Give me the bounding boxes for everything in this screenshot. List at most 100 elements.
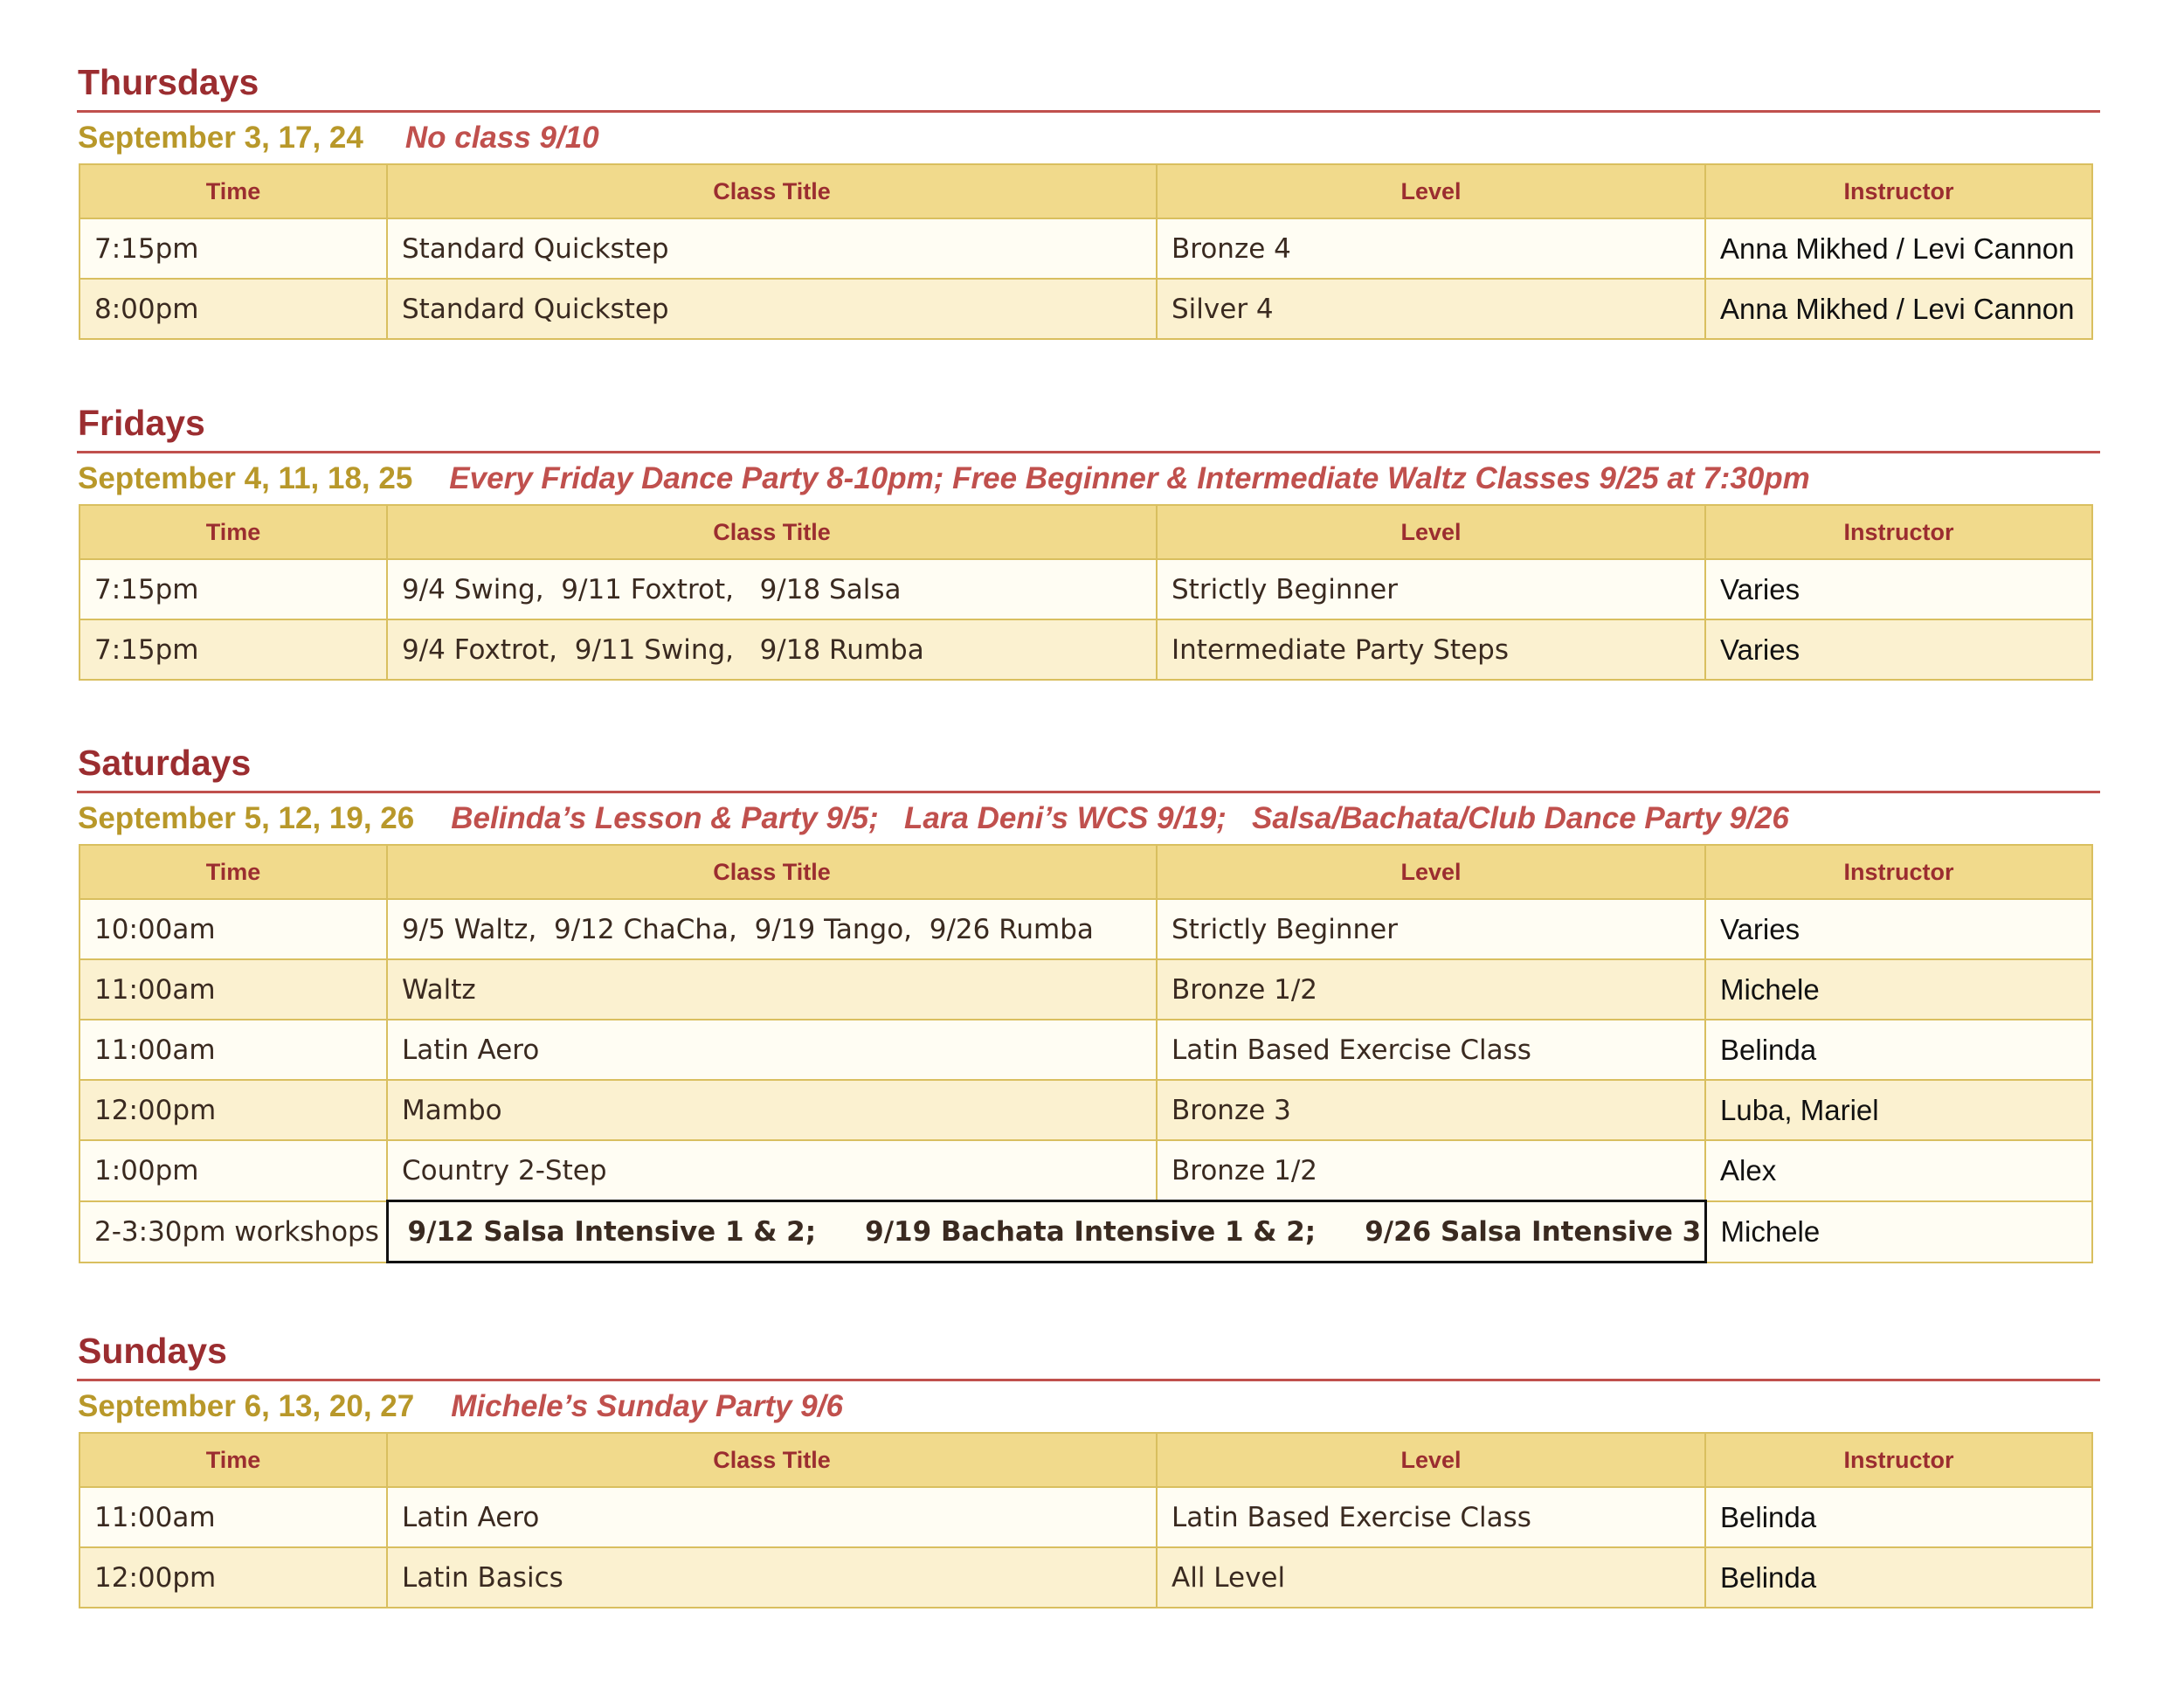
time-cell: 11:00am (79, 958, 388, 1020)
schedule-note: Michele’s Sunday Party 9/6 (451, 1389, 843, 1423)
column-header-instructor: Instructor (1704, 163, 2093, 219)
table-row: 10:00am 9/5 Waltz, 9/12 ChaCha, 9/19 Tan… (79, 898, 2093, 960)
time-cell: 1:00pm (79, 1139, 388, 1202)
time-cell: 2-3:30pm workshops (79, 1200, 388, 1263)
instructor-cell: Luba, Mariel (1704, 1079, 2093, 1141)
table-row: 11:00am Latin Aero Latin Based Exercise … (79, 1486, 2093, 1548)
level-cell: Bronze 1/2 (1156, 958, 1706, 1020)
table-row: 12:00pm Latin Basics All Level Belinda (79, 1546, 2093, 1608)
class-title-cell: Latin Aero (386, 1486, 1158, 1548)
header-row: Time Class Title Level Instructor (79, 844, 2093, 900)
time-cell: 7:15pm (79, 619, 388, 681)
workshops-cell: 9/12 Salsa Intensive 1 & 2; 9/19 Bachata … (385, 1200, 1707, 1263)
class-title-cell: Latin Basics (386, 1546, 1158, 1608)
instructor-cell: Varies (1704, 898, 2093, 960)
column-header-level: Level (1156, 504, 1706, 560)
header-row: Time Class Title Level Instructor (79, 163, 2093, 219)
column-header-instructor: Instructor (1704, 844, 2093, 900)
dates-label: September 3, 17, 24 (78, 121, 363, 155)
class-title-cell: Waltz (386, 958, 1158, 1020)
workshop-row: 2-3:30pm workshops 9/12 Salsa Intensive … (79, 1200, 2093, 1263)
table-row: 11:00am Waltz Bronze 1/2 Michele (79, 958, 2093, 1020)
level-cell: Intermediate Party Steps (1156, 619, 1706, 681)
instructor-cell: Belinda (1704, 1486, 2093, 1548)
table-row: 1:00pm Country 2-Step Bronze 1/2 Alex (79, 1139, 2093, 1202)
instructor-cell: Belinda (1704, 1019, 2093, 1081)
column-header-level: Level (1156, 1432, 1706, 1488)
table-row: 8:00pm Standard Quickstep Silver 4 Anna … (79, 278, 2093, 340)
time-cell: 10:00am (79, 898, 388, 960)
column-header-instructor: Instructor (1704, 1432, 2093, 1488)
level-cell: All Level (1156, 1546, 1706, 1608)
schedule-table: Time Class Title Level Instructor 10:00a… (79, 844, 2093, 1263)
subheading: September 4, 11, 18, 25 Every Friday Danc… (77, 453, 2100, 504)
column-header-class-title: Class Title (386, 504, 1158, 560)
time-cell: 12:00pm (79, 1546, 388, 1608)
workshop-item: 9/12 Salsa Intensive 1 & 2; (407, 1215, 817, 1248)
class-title-cell: Country 2-Step (386, 1139, 1158, 1202)
schedule-table: Time Class Title Level Instructor 7:15pm… (79, 504, 2093, 681)
day-heading: Thursdays (78, 62, 259, 102)
table-row: 11:00am Latin Aero Latin Based Exercise … (79, 1019, 2093, 1081)
level-cell: Latin Based Exercise Class (1156, 1019, 1706, 1081)
instructor-cell: Belinda (1704, 1546, 2093, 1608)
instructor-cell: Varies (1704, 619, 2093, 681)
instructor-cell: Alex (1704, 1139, 2093, 1202)
schedule-note: No class 9/10 (404, 121, 599, 155)
sundays-section: Sundays September 6, 13, 20, 27 Michele’s… (77, 1330, 2100, 1608)
level-cell: Bronze 1/2 (1156, 1139, 1706, 1202)
time-cell: 7:15pm (79, 558, 388, 620)
column-header-class-title: Class Title (386, 163, 1158, 219)
level-cell: Strictly Beginner (1156, 558, 1706, 620)
header-row: Time Class Title Level Instructor (79, 504, 2093, 560)
table-row: 12:00pm Mambo Bronze 3 Luba, Mariel (79, 1079, 2093, 1141)
column-header-time: Time (79, 163, 388, 219)
dates-label: September 4, 11, 18, 25 (78, 461, 413, 495)
table-row: 7:15pm Standard Quickstep Bronze 4 Anna … (79, 218, 2093, 280)
workshop-item: 9/19 Bachata Intensive 1 & 2; (865, 1215, 1317, 1248)
day-heading: Fridays (78, 403, 205, 443)
column-header-class-title: Class Title (386, 1432, 1158, 1488)
time-cell: 11:00am (79, 1486, 388, 1548)
schedule-note: Every Friday Dance Party 8-10pm; Free Be… (449, 461, 1810, 495)
fridays-section: Fridays September 4, 11, 18, 25 Every Fri… (77, 402, 2100, 681)
thursdays-section: Thursdays September 3, 17, 24 No class 9/… (77, 61, 2100, 340)
instructor-cell: Anna Mikhed / Levi Cannon (1704, 278, 2093, 340)
instructor-cell: Michele (1704, 958, 2093, 1020)
class-title-cell: Latin Aero (386, 1019, 1158, 1081)
instructor-cell: Varies (1704, 558, 2093, 620)
column-header-class-title: Class Title (386, 844, 1158, 900)
class-title-cell: Standard Quickstep (386, 218, 1158, 280)
table-row: 7:15pm 9/4 Foxtrot, 9/11 Swing, 9/18 Rum… (79, 619, 2093, 681)
subheading: September 3, 17, 24 No class 9/10 (77, 113, 2100, 163)
column-header-instructor: Instructor (1704, 504, 2093, 560)
level-cell: Latin Based Exercise Class (1156, 1486, 1706, 1548)
saturdays-section: Saturdays September 5, 12, 19, 26 Belinda… (77, 742, 2100, 1263)
level-cell: Silver 4 (1156, 278, 1706, 340)
schedule-table: Time Class Title Level Instructor 11:00a… (79, 1432, 2093, 1608)
workshop-item: 9/26 Salsa Intensive 3 & 4 (1365, 1215, 1703, 1248)
day-heading: Sundays (78, 1331, 227, 1371)
time-cell: 8:00pm (79, 278, 388, 340)
column-header-level: Level (1156, 844, 1706, 900)
schedule-note: Belinda’s Lesson & Party 9/5; Lara Deni’… (451, 801, 1789, 835)
instructor-cell: Michele (1704, 1200, 2093, 1263)
column-header-time: Time (79, 844, 388, 900)
time-cell: 7:15pm (79, 218, 388, 280)
class-title-cell: Standard Quickstep (386, 278, 1158, 340)
class-title-cell: 9/4 Swing, 9/11 Foxtrot, 9/18 Salsa (386, 558, 1158, 620)
dates-label: September 5, 12, 19, 26 (78, 801, 415, 835)
instructor-cell: Anna Mikhed / Levi Cannon (1704, 218, 2093, 280)
level-cell: Bronze 4 (1156, 218, 1706, 280)
day-heading: Saturdays (78, 743, 252, 783)
time-cell: 11:00am (79, 1019, 388, 1081)
class-title-cell: 9/5 Waltz, 9/12 ChaCha, 9/19 Tango, 9/26… (386, 898, 1158, 960)
table-row: 7:15pm 9/4 Swing, 9/11 Foxtrot, 9/18 Sal… (79, 558, 2093, 620)
column-header-time: Time (79, 504, 388, 560)
column-header-level: Level (1156, 163, 1706, 219)
subheading: September 5, 12, 19, 26 Belinda’s Lesson … (77, 793, 2100, 844)
level-cell: Strictly Beginner (1156, 898, 1706, 960)
subheading: September 6, 13, 20, 27 Michele’s Sunday … (77, 1381, 2100, 1432)
class-title-cell: 9/4 Foxtrot, 9/11 Swing, 9/18 Rumba (386, 619, 1158, 681)
header-row: Time Class Title Level Instructor (79, 1432, 2093, 1488)
